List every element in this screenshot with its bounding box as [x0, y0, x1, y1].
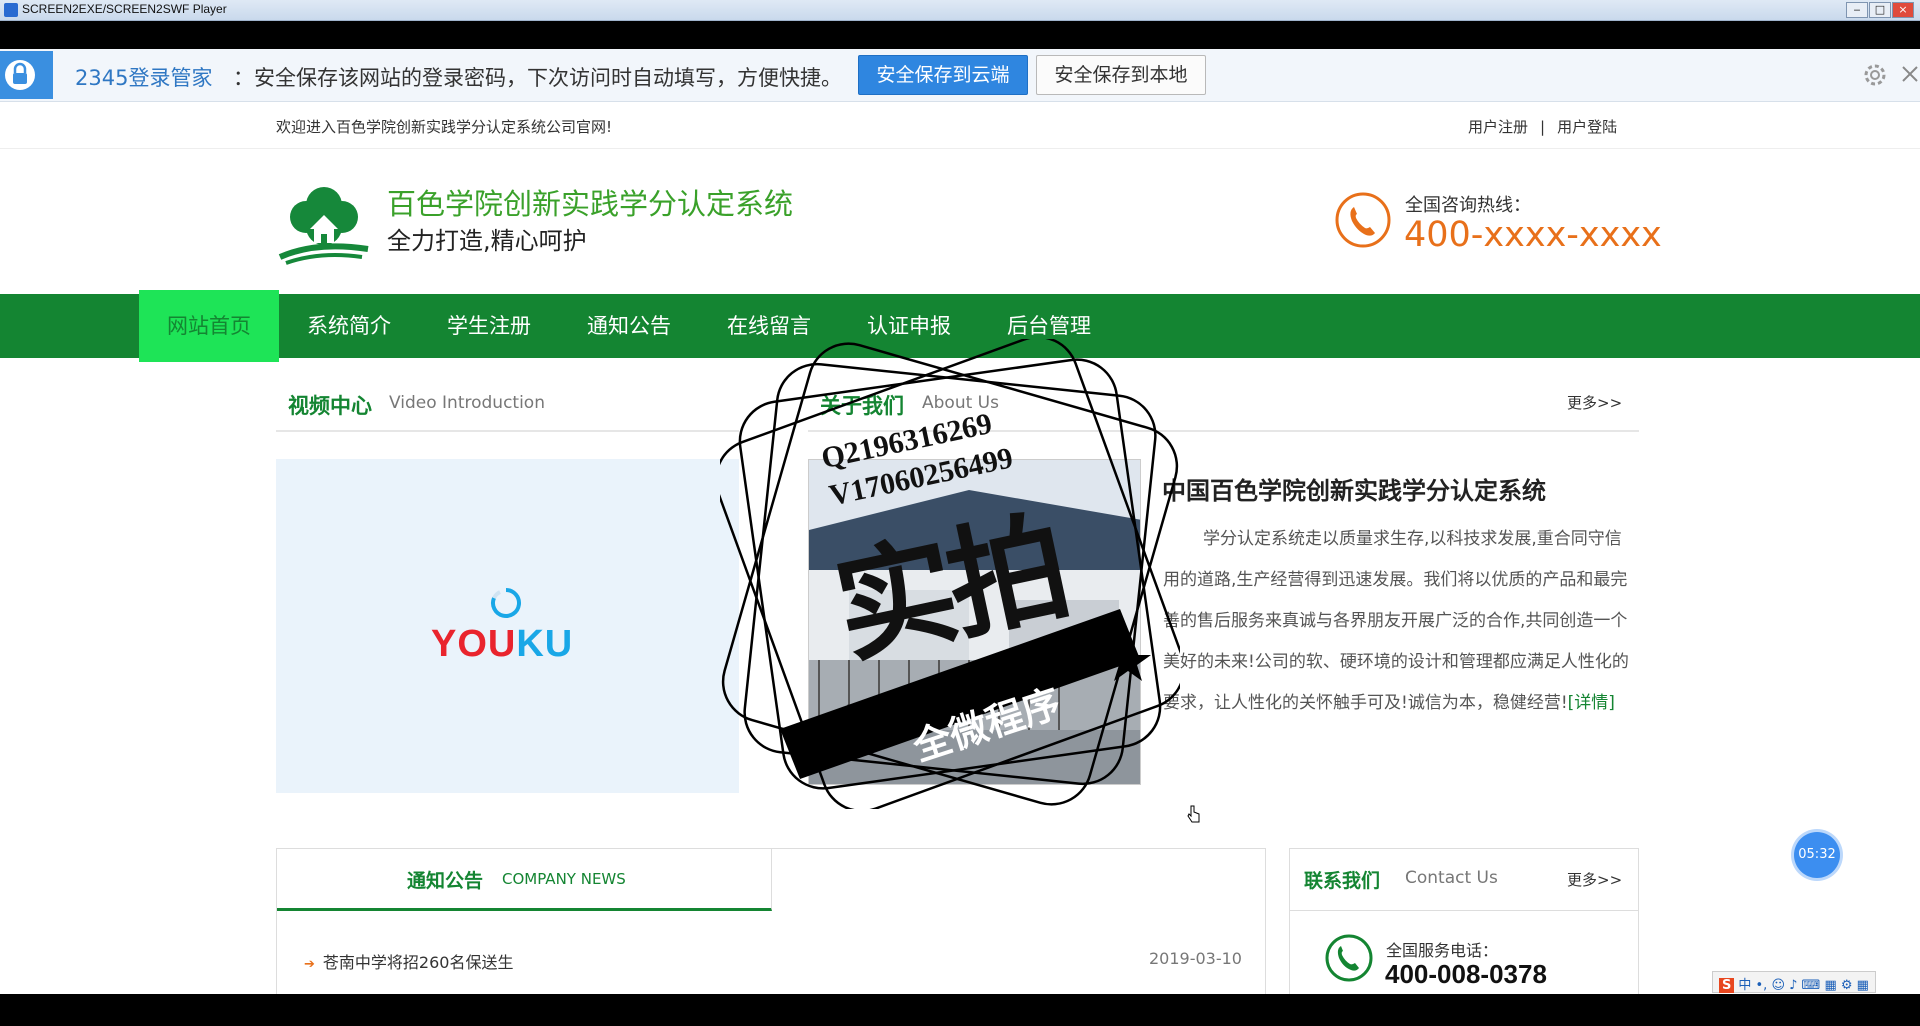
youku-logo-right: KU [516, 623, 574, 665]
about-paragraph-text: 学分认定系统走以质量求生存,以科技求发展,重合同守信用的道路,生产经营得到迅速发… [1163, 529, 1629, 713]
login-link[interactable]: 用户登陆 [1557, 118, 1617, 136]
contact-section-title-en: Contact Us [1405, 868, 1498, 888]
welcome-text: 欢迎进入百色学院创新实践学分认定系统公司官网! [276, 118, 613, 136]
contact-more-link[interactable]: 更多>> [1567, 869, 1622, 890]
register-link[interactable]: 用户注册 [1468, 118, 1528, 136]
link-separator: | [1540, 118, 1546, 136]
nav-item-messages[interactable]: 在线留言 [699, 294, 839, 358]
news-section-title-en: COMPANY NEWS [502, 870, 626, 888]
save-to-local-button[interactable]: 安全保存到本地 [1036, 55, 1206, 95]
site-title: 百色学院创新实践学分认定系统 [387, 187, 794, 221]
video-section-title-en: Video Introduction [389, 393, 545, 413]
letterbox-bottom [0, 994, 1920, 1026]
recording-timer[interactable]: 05:32 [1794, 832, 1840, 878]
contact-head: 联系我们 Contact Us 更多>> [1290, 849, 1638, 911]
ime-mode-icons: 中 •, ☺ ♪ ⌨ ▦ ⚙ ▦ [1738, 978, 1869, 993]
hand-cursor-icon [1187, 805, 1200, 823]
site-header: 百色学院创新实践学分认定系统 全力打造,精心呵护 全国咨询热线： 400-xxx… [0, 149, 1920, 294]
video-section-title: 视频中心 [288, 394, 372, 418]
service-phone-number: 400-008-0378 [1385, 959, 1547, 989]
nav-item-certification[interactable]: 认证申报 [839, 294, 979, 358]
arrow-right-icon: ➔ [304, 957, 315, 972]
about-section-title: 关于我们 [820, 394, 904, 418]
news-item-title: 苍南中学将招260名保送生 [322, 953, 514, 972]
account-links: 用户注册 | 用户登陆 [1462, 116, 1623, 137]
service-phone-label: 全国服务电话： [1386, 941, 1499, 960]
telephone-icon [1325, 934, 1373, 982]
sogou-ime-icon: S [1719, 978, 1735, 993]
save-to-cloud-button[interactable]: 安全保存到云端 [858, 55, 1028, 95]
site-top-info-bar: 欢迎进入百色学院创新实践学分认定系统公司官网! 用户注册 | 用户登陆 [0, 102, 1920, 149]
loading-spinner-icon [491, 588, 521, 618]
nav-item-admin[interactable]: 后台管理 [979, 294, 1119, 358]
hotline-label: 全国咨询热线： [1405, 195, 1531, 216]
news-item-date: 2019-03-10 [1149, 949, 1242, 968]
ime-toolbar[interactable]: S中 •, ☺ ♪ ⌨ ▦ ⚙ ▦ [1712, 971, 1876, 993]
app-icon [4, 3, 18, 17]
password-manager-brand: 2345登录管家 [75, 66, 213, 90]
maximize-button[interactable]: □ [1869, 2, 1891, 18]
news-panel: 通知公告 COMPANY NEWS ➔ 苍南中学将招260名保送生 2019-03… [276, 848, 1266, 994]
browser-viewport: 2345登录管家 ：安全保存该网站的登录密码，下次访问时自动填写，方便快捷。 安… [0, 49, 1920, 994]
news-section-title: 通知公告 [407, 870, 484, 892]
nav-item-notices[interactable]: 通知公告 [559, 294, 699, 358]
nav-item-intro[interactable]: 系统简介 [279, 294, 419, 358]
close-icon[interactable] [1900, 63, 1920, 85]
window-title: SCREEN2EXE/SCREEN2SWF Player [22, 2, 227, 16]
about-paragraph: 学分认定系统走以质量求生存,以科技求发展,重合同守信用的道路,生产经营得到迅速发… [1163, 519, 1635, 724]
gear-icon[interactable] [1862, 62, 1888, 88]
password-manager-bar: 2345登录管家 ：安全保存该网站的登录密码，下次访问时自动填写，方便快捷。 安… [0, 49, 1920, 102]
hotline-number: 400-xxxx-xxxx [1404, 215, 1662, 255]
nav-item-student-register[interactable]: 学生注册 [419, 294, 559, 358]
about-headline: 中国百色学院创新实践学分认定系统 [1162, 477, 1546, 505]
minimize-button[interactable]: ‒ [1846, 2, 1868, 18]
site-subtitle: 全力打造,精心呵护 [387, 227, 587, 255]
letterbox-top [0, 21, 1920, 49]
nav-item-home[interactable]: 网站首页 [139, 290, 279, 362]
password-manager-message: ：安全保存该网站的登录密码，下次访问时自动填写，方便快捷。 [233, 66, 842, 90]
window-titlebar: SCREEN2EXE/SCREEN2SWF Player ‒ □ × [0, 0, 1920, 21]
youku-logo: YOUKU [431, 623, 573, 666]
news-tab[interactable]: 通知公告 COMPANY NEWS [277, 849, 772, 911]
video-player[interactable]: YOUKU [276, 459, 739, 793]
phone-icon [1335, 192, 1391, 248]
lock-icon [0, 51, 53, 99]
contact-section-title: 联系我们 [1304, 870, 1381, 892]
list-item[interactable]: ➔ 苍南中学将招260名保送生 [304, 949, 513, 973]
youku-logo-left: YOU [431, 623, 517, 665]
main-nav: 网站首页 系统简介 学生注册 通知公告 在线留言 认证申报 后台管理 [0, 290, 1920, 362]
about-detail-link[interactable]: [详情] [1568, 693, 1615, 713]
video-section-divider [276, 430, 739, 432]
close-button[interactable]: × [1892, 2, 1914, 18]
house-tree-logo-icon[interactable] [276, 177, 372, 265]
about-more-link[interactable]: 更多>> [1567, 392, 1622, 413]
contact-panel: 联系我们 Contact Us 更多>> 全国服务电话： 400-008-037… [1289, 848, 1639, 994]
